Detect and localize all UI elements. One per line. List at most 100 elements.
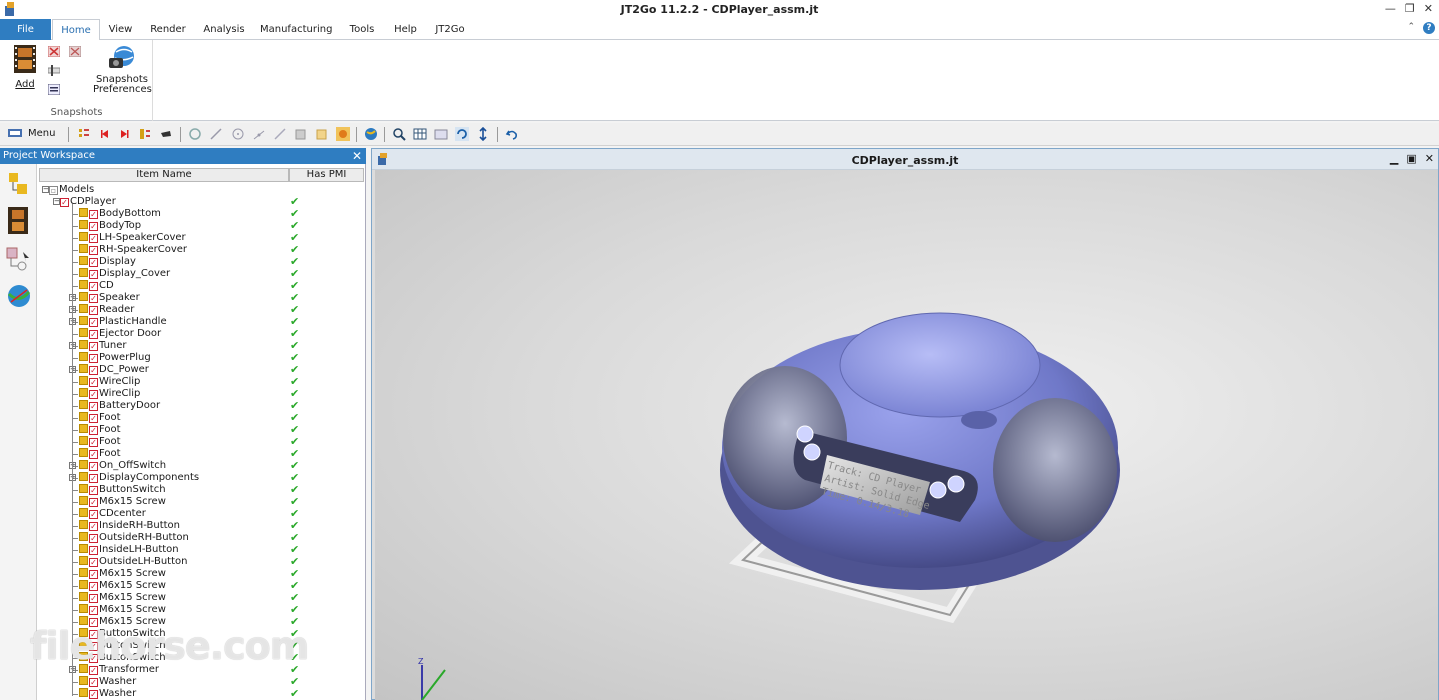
tree-item[interactable]: ✓ BodyBottom ✔ (39, 208, 364, 220)
tree-item[interactable]: ✓ BatteryDoor ✔ (39, 400, 364, 412)
highlight-part-icon[interactable] (336, 127, 350, 141)
cd-player-model[interactable]: Track: CD Player Artist: Solid Edge Time… (375, 170, 1438, 700)
visibility-checkbox[interactable]: ✓ (89, 342, 98, 351)
visibility-checkbox[interactable]: ✓ (89, 606, 98, 615)
visibility-checkbox[interactable]: ✓ (89, 282, 98, 291)
snapshot-properties-icon[interactable] (47, 83, 61, 96)
visibility-checkbox[interactable]: ✓ (89, 450, 98, 459)
tab-tools[interactable]: Tools (345, 19, 379, 40)
collapse-icon[interactable]: − (42, 186, 49, 193)
tab-view[interactable]: View (104, 19, 137, 40)
tab-help[interactable]: Help (391, 19, 420, 40)
outside-rh-button[interactable] (947, 475, 965, 493)
visibility-checkbox[interactable]: ✓ (89, 222, 98, 231)
layers-icon[interactable] (5, 244, 33, 274)
snapshots-preferences-button[interactable]: Snapshots Preferences (93, 44, 152, 95)
inside-lh-button[interactable] (803, 443, 821, 461)
inside-rh-button[interactable] (929, 481, 947, 499)
assembly-tree-icon[interactable] (5, 170, 33, 200)
delete-snapshot-icon[interactable] (47, 45, 61, 58)
col-item-name[interactable]: Item Name (39, 168, 289, 182)
tree-item[interactable]: ✓ M6x15 Screw ✔ (39, 604, 364, 616)
tree-item[interactable]: ✓ Foot ✔ (39, 448, 364, 460)
rh-speaker-cover[interactable] (993, 398, 1117, 542)
zoom-fit-icon[interactable] (392, 127, 406, 141)
tree-item[interactable]: +✓DC_Power✔ (39, 364, 364, 376)
ejector-door[interactable] (961, 411, 997, 429)
structure-icon[interactable] (138, 127, 152, 141)
visibility-checkbox[interactable]: ✓ (89, 522, 98, 531)
window-view-icon[interactable] (434, 127, 448, 141)
visibility-checkbox[interactable]: ✓ (89, 294, 98, 303)
tree-item[interactable]: ✓ BodyTop ✔ (39, 220, 364, 232)
tab-manufacturing[interactable]: Manufacturing (260, 19, 332, 40)
tree-item[interactable]: ✓ InsideLH-Button ✔ (39, 544, 364, 556)
visibility-checkbox[interactable]: ✓ (89, 486, 98, 495)
delete-all-snapshots-icon[interactable] (68, 45, 82, 58)
minimize-icon[interactable]: — (1385, 2, 1396, 15)
tree-item[interactable]: ✓ Display_Cover ✔ (39, 268, 364, 280)
visibility-checkbox[interactable]: ✓ (89, 474, 98, 483)
tree-item[interactable]: ✓ CD ✔ (39, 280, 364, 292)
visibility-checkbox[interactable]: ✓ (89, 582, 98, 591)
tree-item[interactable]: +✓On_OffSwitch✔ (39, 460, 364, 472)
help-icon[interactable]: ? (1423, 22, 1435, 34)
viewport-maximize-icon[interactable]: ▣ (1406, 152, 1416, 165)
tree-item[interactable]: ✓ OutsideRH-Button ✔ (39, 532, 364, 544)
tab-file[interactable]: File (0, 19, 51, 40)
visibility-checkbox[interactable]: ✓ (89, 234, 98, 243)
film-strip-icon[interactable] (5, 206, 33, 236)
tree-item[interactable]: ✓ M6x15 Screw ✔ (39, 580, 364, 592)
tree-item[interactable]: +✓DisplayComponents✔ (39, 472, 364, 484)
globe-icon[interactable] (364, 127, 378, 141)
visibility-checkbox[interactable]: ✓ (89, 390, 98, 399)
close-workspace-icon[interactable]: ✕ (352, 148, 362, 164)
undo-icon[interactable] (505, 127, 519, 141)
tab-analysis[interactable]: Analysis (201, 19, 247, 40)
visibility-checkbox[interactable]: ✓ (89, 402, 98, 411)
tree-item[interactable]: ✓ Washer ✔ (39, 688, 364, 700)
first-frame-icon[interactable] (98, 127, 112, 141)
hand-pointer-icon[interactable] (159, 127, 173, 141)
visibility-checkbox[interactable]: ✓ (89, 426, 98, 435)
visibility-checkbox[interactable]: ✓ (89, 306, 98, 315)
tree-item[interactable]: ✓ CDcenter ✔ (39, 508, 364, 520)
measure-circle-icon[interactable] (231, 127, 245, 141)
visibility-checkbox[interactable]: ✓ (89, 534, 98, 543)
visibility-checkbox[interactable]: ✓ (89, 330, 98, 339)
tree-item[interactable]: ✓ RH-SpeakerCover ✔ (39, 244, 364, 256)
menu-button[interactable]: Menu (8, 127, 55, 139)
visibility-checkbox[interactable]: ✓ (89, 510, 98, 519)
visibility-checkbox[interactable]: ✓ (89, 498, 98, 507)
visibility-checkbox[interactable]: ✓ (89, 354, 98, 363)
tab-render[interactable]: Render (148, 19, 188, 40)
tree-item[interactable]: +✓Speaker✔ (39, 292, 364, 304)
tree-list-icon[interactable] (77, 127, 91, 141)
visibility-checkbox[interactable]: ✓ (89, 546, 98, 555)
model-views-icon[interactable] (5, 282, 33, 312)
section-box-icon[interactable] (294, 127, 308, 141)
tree-item[interactable]: ✓ ButtonSwitch ✔ (39, 484, 364, 496)
tree-item[interactable]: ✓ Washer ✔ (39, 676, 364, 688)
rename-snapshot-icon[interactable] (47, 65, 61, 76)
part-cube-icon[interactable] (315, 127, 329, 141)
tree-root-models[interactable]: − ▫ Models (39, 184, 364, 196)
visibility-checkbox[interactable]: ✓ (89, 246, 98, 255)
visibility-checkbox[interactable]: ✓ (89, 690, 98, 699)
refresh-icon[interactable] (455, 127, 469, 141)
cd-lid[interactable] (839, 312, 1041, 418)
restore-icon[interactable]: ❐ (1405, 2, 1415, 15)
visibility-checkbox[interactable]: ✓ (89, 258, 98, 267)
tree-item[interactable]: ✓ M6x15 Screw ✔ (39, 592, 364, 604)
visibility-checkbox[interactable]: ✓ (89, 570, 98, 579)
visibility-checkbox[interactable]: ✓ (89, 678, 98, 687)
last-frame-icon[interactable] (117, 127, 131, 141)
visibility-checkbox[interactable]: ✓ (89, 414, 98, 423)
col-has-pmi[interactable]: Has PMI (289, 168, 364, 182)
measure-line-icon[interactable] (209, 127, 223, 141)
measure-angle-icon[interactable] (252, 127, 266, 141)
visibility-checkbox[interactable]: ✓ (60, 198, 69, 207)
visibility-checkbox[interactable]: ✓ (89, 270, 98, 279)
tab-jt2go[interactable]: JT2Go (431, 19, 469, 40)
tree-item[interactable]: ✓ Foot ✔ (39, 424, 364, 436)
